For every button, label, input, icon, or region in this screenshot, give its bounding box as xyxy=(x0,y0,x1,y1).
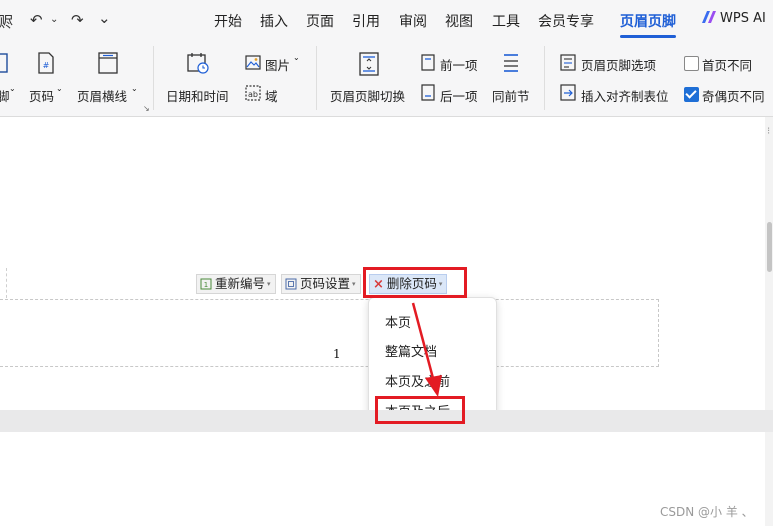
watermark: CSDN @小 羊 、 xyxy=(660,505,754,519)
annotation-arrow-icon xyxy=(411,302,442,397)
